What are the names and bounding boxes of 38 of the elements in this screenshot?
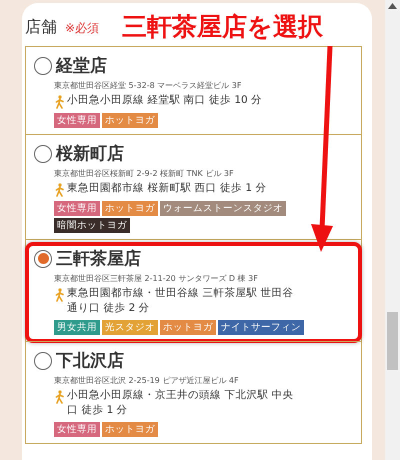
store-tag: ウォームストーンスタジオ	[160, 201, 286, 216]
store-tag: 暗闇ホットヨガ	[54, 218, 130, 233]
store-access: 東急田園都市線 桜新町駅 西口 徒歩 1 分	[67, 181, 266, 196]
store-address: 東京都世田谷区経堂 5-32-8 マーベラス経堂ビル 3F	[54, 80, 242, 91]
walking-person-icon	[54, 390, 65, 404]
store-tag: ホットヨガ	[102, 422, 158, 437]
field-label: 店舗	[25, 17, 57, 38]
store-tag: 女性専用	[54, 113, 100, 128]
radio-button[interactable]	[34, 144, 52, 162]
store-tag: 男女共用	[54, 320, 100, 335]
scrollbar-thumb[interactable]	[387, 312, 398, 370]
scrollbar[interactable]	[385, 0, 400, 460]
store-access: 小田急小田原線 経堂駅 南口 徒歩 10 分	[67, 93, 262, 108]
store-address: 東京都世田谷区北沢 2-25-19 ピアザ近江屋ビル 4F	[54, 375, 240, 386]
store-tag: ホットヨガ	[102, 201, 158, 216]
store-name: 三軒茶屋店	[56, 248, 141, 270]
walking-person-icon	[54, 183, 65, 197]
store-address: 東京都世田谷区桜新町 2-9-2 桜新町 TNK ビル 3F	[54, 168, 235, 179]
scroll-up-icon[interactable]	[388, 3, 397, 9]
radio-button[interactable]	[34, 56, 52, 74]
store-tag: ホットヨガ	[160, 320, 216, 335]
store-access: 東急田園都市線・世田谷線 三軒茶屋駅 世田谷通り口 徒歩 2 分	[67, 286, 295, 316]
walking-person-icon	[54, 95, 65, 109]
radio-button[interactable]	[34, 352, 52, 370]
store-address: 東京都世田谷区三軒茶屋 2-11-20 サンタワーズ D 棟 3F	[54, 273, 259, 284]
store-tag: ナイトサーフィン	[218, 320, 304, 335]
store-tag: 女性専用	[54, 201, 100, 216]
store-name: 下北沢店	[56, 350, 124, 372]
store-tag: ホットヨガ	[102, 113, 158, 128]
store-access: 小田急小田原線・京王井の頭線 下北沢駅 中央口 徒歩 1 分	[67, 388, 295, 418]
required-note: ※必須	[65, 20, 100, 37]
store-name: 経堂店	[56, 55, 107, 77]
store-tag: 光スタジオ	[102, 320, 158, 335]
walking-person-icon	[54, 288, 65, 302]
store-tag: 女性専用	[54, 422, 100, 437]
store-name: 桜新町店	[56, 143, 124, 165]
radio-button[interactable]	[34, 250, 52, 268]
annotation-text: 三軒茶屋店を選択	[122, 11, 323, 43]
